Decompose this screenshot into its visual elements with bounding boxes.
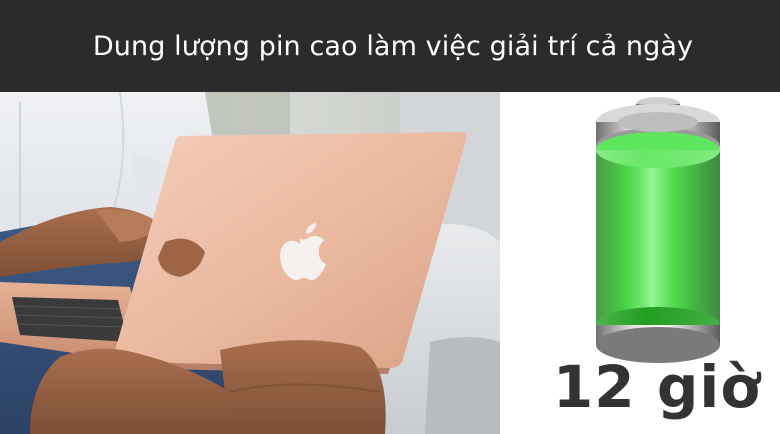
laptop-on-lap-illustration <box>0 92 500 434</box>
laptop-photo <box>0 92 500 434</box>
battery-promo-banner: Dung lượng pin cao làm việc giải trí cả … <box>0 0 780 434</box>
banner-title: Dung lượng pin cao làm việc giải trí cả … <box>92 30 694 62</box>
battery-life-label: 12 giờ <box>552 353 762 421</box>
header-banner: Dung lượng pin cao làm việc giải trí cả … <box>0 0 780 92</box>
